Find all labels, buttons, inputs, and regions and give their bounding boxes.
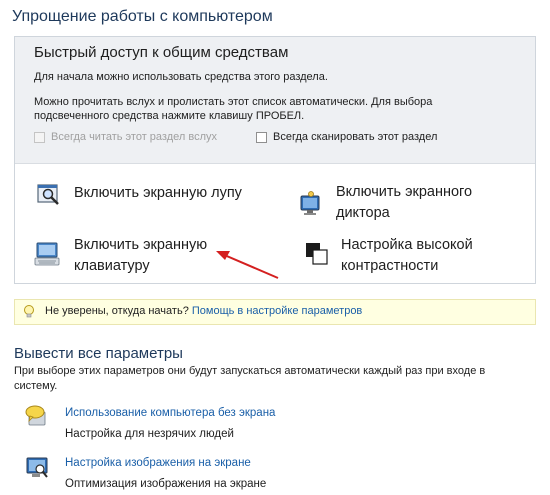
narrator-label-line2: диктора (336, 205, 390, 221)
narrator-icon (298, 190, 324, 216)
display-settings-description: Оптимизация изображения на экране (65, 478, 267, 490)
keyboard-label-line1: Включить экранную (74, 237, 208, 253)
page-title: Упрощение работы с компьютером (12, 8, 273, 25)
always-scan-checkbox[interactable]: Всегда сканировать этот раздел (256, 131, 437, 143)
lightbulb-icon (22, 304, 36, 325)
setup-help-link[interactable]: Помощь в настройке параметров (192, 305, 362, 317)
tip-text: Не уверены, откуда начать? (45, 305, 189, 317)
monitor-icon (24, 455, 50, 486)
all-settings-title: Вывести все параметры (14, 345, 183, 362)
always-scan-label: Всегда сканировать этот раздел (273, 131, 438, 143)
quick-access-description-line1: Можно прочитать вслух и пролистать этот … (34, 96, 433, 108)
no-display-link[interactable]: Использование компьютера без экрана (65, 407, 275, 419)
all-settings-description: При выборе этих параметров они будут зап… (14, 364, 534, 393)
checkbox-box[interactable] (256, 131, 267, 143)
speech-bubble-icon (24, 404, 50, 435)
magnifier-icon (36, 182, 62, 208)
always-read-checkbox[interactable]: Всегда читать этот раздел вслух (34, 131, 217, 143)
contrast-label-line2: контрастности (341, 258, 439, 274)
checkbox-box[interactable] (34, 131, 45, 143)
tip-content: Не уверены, откуда начать? Помощь в наст… (45, 305, 362, 317)
contrast-label-line1: Настройка высокой (341, 237, 473, 253)
all-settings-description-line1: При выборе этих параметров они будут зап… (14, 365, 486, 377)
contrast-icon (304, 241, 330, 267)
magnifier-label: Включить экранную лупу (74, 185, 242, 201)
narrator-label-line1: Включить экранного (336, 184, 473, 200)
keyboard-label-line2: клавиатуру (74, 258, 150, 274)
on-screen-keyboard-option[interactable]: Включить экранную клавиатуру (34, 235, 234, 279)
quick-access-title: Быстрый доступ к общим средствам (34, 44, 289, 61)
magnifier-option[interactable]: Включить экранную лупу (34, 180, 264, 210)
display-settings-link[interactable]: Настройка изображения на экране (65, 457, 251, 469)
no-display-description: Настройка для незрячих людей (65, 428, 234, 440)
quick-access-intro: Для начала можно использовать средства э… (34, 71, 328, 83)
narrator-option[interactable]: Включить экранного диктора (298, 182, 528, 226)
all-settings-description-line2: систему. (14, 379, 58, 392)
quick-access-description-line2: подсвеченного средства нажмите клавишу П… (34, 110, 305, 122)
annotation-arrow (216, 251, 279, 279)
high-contrast-option[interactable]: Настройка высокой контрастности (304, 235, 524, 279)
keyboard-icon (34, 241, 60, 267)
always-read-label: Всегда читать этот раздел вслух (51, 131, 218, 143)
